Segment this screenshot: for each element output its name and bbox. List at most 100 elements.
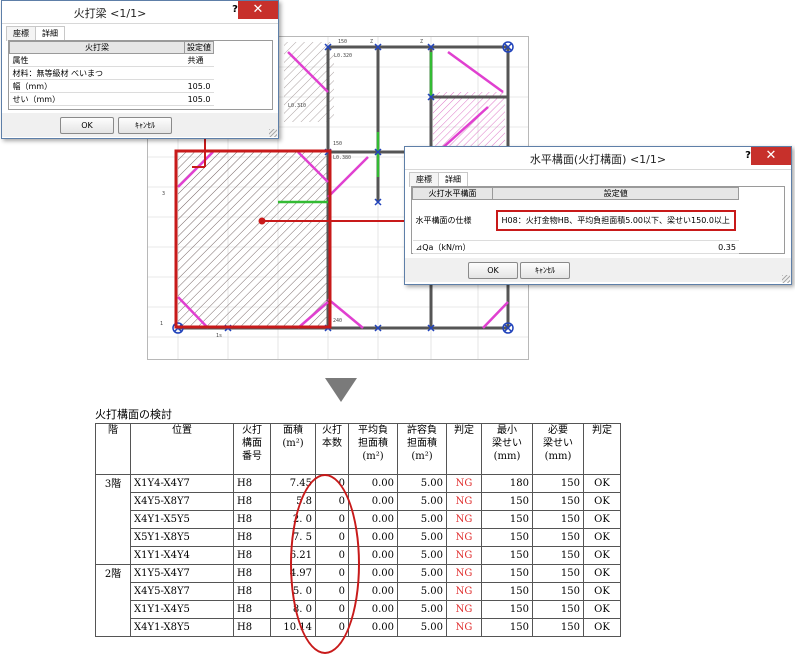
property-label: 幅（mm） xyxy=(9,79,185,93)
property-label: せい（mm） xyxy=(9,92,185,106)
spec-value-box[interactable]: H08：火打金物HB、平均負担面積5.00以下、梁せい150.0以上 xyxy=(495,209,736,231)
cell-pos: X1Y1-X4Y4 xyxy=(130,546,234,565)
column-header: 判定 xyxy=(446,423,482,475)
property-row[interactable]: 属性 共通 xyxy=(9,53,214,67)
cell-judge1: NG xyxy=(446,546,482,565)
property-value[interactable] xyxy=(184,66,214,80)
cell-need: 150 xyxy=(532,546,584,565)
cell-need: 150 xyxy=(532,582,584,601)
property-row[interactable]: ⊿Qa（kN/m） 0.35 xyxy=(412,240,739,254)
cell-avg: 0.00 xyxy=(348,492,398,511)
cell-need: 150 xyxy=(532,492,584,511)
cell-allow: 5.00 xyxy=(397,510,447,529)
hiuchi-check-table: 階 位置 火打 構面 番号 面積 (m²) 火打 本数 平均負 担面積 (m²)… xyxy=(95,423,621,637)
close-button[interactable]: ✕ xyxy=(751,147,791,165)
cell-need: 150 xyxy=(532,564,584,583)
plane-dialog[interactable]: 水平構面(火打構面) <1/1> ? ✕ 座標 詳細 火打水平構面 設定値 水平構… xyxy=(404,146,792,285)
column-header: 火打梁 xyxy=(9,41,185,54)
cell-judge2: OK xyxy=(583,492,621,511)
cell-allow: 5.00 xyxy=(397,546,447,565)
cell-judge1: NG xyxy=(446,582,482,601)
property-value[interactable]: 共通 xyxy=(184,53,214,67)
table-row: X1Y1-X4Y5 H8 8. 0 0 0.00 5.00 NG 150 150 OK xyxy=(96,600,621,619)
cell-no: H8 xyxy=(233,510,271,529)
cell-pos: X1Y5-X4Y7 xyxy=(130,564,234,583)
table-row: X4Y1-X5Y5 H8 2. 0 0 0.00 5.00 NG 150 150 OK xyxy=(96,510,621,529)
property-label: ⊿Qa（kN/m） xyxy=(412,240,493,254)
column-header: 位置 xyxy=(130,423,234,475)
cell-no: H8 xyxy=(233,600,271,619)
cancel-button[interactable]: ｷｬﾝｾﾙ xyxy=(118,117,172,134)
beam-dialog[interactable]: 火打梁 <1/1> ? ✕ 座標 詳細 火打梁 設定値 属性 共通 材料：無等級材 … xyxy=(1,0,279,139)
property-row[interactable]: 材料：無等級材 べいまつ xyxy=(9,66,214,80)
plane-dialog-title: 水平構面(火打構面) <1/1> xyxy=(529,153,667,166)
plane-dialog-titlebar[interactable]: 水平構面(火打構面) <1/1> ? ✕ xyxy=(405,147,791,170)
cell-need: 150 xyxy=(532,510,584,529)
cell-need: 150 xyxy=(532,474,584,493)
cell-min: 150 xyxy=(481,564,533,583)
tab-details[interactable]: 詳細 xyxy=(35,26,65,41)
plane-dialog-tabs: 座標 詳細 xyxy=(409,172,468,187)
cancel-button[interactable]: ｷｬﾝｾﾙ xyxy=(520,262,570,279)
beam-dialog-title: 火打梁 <1/1> xyxy=(73,7,147,20)
resize-grip[interactable] xyxy=(782,275,790,283)
property-row[interactable]: せい（mm） 105.0 xyxy=(9,92,214,106)
cell-no: H8 xyxy=(233,618,271,637)
property-value[interactable]: H08：火打金物HB、平均負担面積5.00以下、梁せい150.0以上 xyxy=(492,199,739,241)
cell-allow: 5.00 xyxy=(397,564,447,583)
tab-coordinates[interactable]: 座標 xyxy=(409,172,439,187)
cell-judge2: OK xyxy=(583,582,621,601)
table-title: 火打構面の検討 xyxy=(95,408,172,421)
property-value[interactable]: 0.35 xyxy=(492,240,739,254)
column-header: 最小 梁せい (mm) xyxy=(481,423,533,475)
property-row[interactable]: 水平構面の仕様 H08：火打金物HB、平均負担面積5.00以下、梁せい150.0… xyxy=(412,199,739,241)
ok-button[interactable]: OK xyxy=(468,262,518,279)
cell-no: H8 xyxy=(233,564,271,583)
cell-allow: 5.00 xyxy=(397,528,447,547)
ok-button[interactable]: OK xyxy=(60,117,114,134)
connector-dot xyxy=(258,217,266,225)
floor-cell: 2階 xyxy=(95,564,131,637)
beam-properties-panel: 火打梁 設定値 属性 共通 材料：無等級材 べいまつ 幅（mm） 105.0 せい（… xyxy=(8,40,273,110)
table-row: 3階 X1Y4-X4Y7 H8 7.45 0 0.00 5.00 NG 180 150 OK xyxy=(95,474,621,565)
column-header: 必要 梁せい (mm) xyxy=(532,423,584,475)
cell-judge2: OK xyxy=(583,546,621,565)
cell-pos: X5Y1-X8Y5 xyxy=(130,528,234,547)
column-header: 設定値 xyxy=(491,187,740,200)
cell-allow: 5.00 xyxy=(397,474,447,493)
tab-coordinates[interactable]: 座標 xyxy=(6,26,36,41)
cell-need: 150 xyxy=(532,600,584,619)
plane-dialog-buttonbar: OK ｷｬﾝｾﾙ xyxy=(405,258,791,282)
cell-pos: X1Y4-X4Y7 xyxy=(130,474,234,493)
cell-pos: X4Y5-X8Y7 xyxy=(130,582,234,601)
cell-judge2: OK xyxy=(583,564,621,583)
resize-grip[interactable] xyxy=(269,129,277,137)
cell-no: H8 xyxy=(233,474,271,493)
floor-cell: 3階 xyxy=(95,474,131,565)
cell-no: H8 xyxy=(233,546,271,565)
property-label: 属性 xyxy=(9,53,185,67)
plane-properties-table: 火打水平構面 設定値 水平構面の仕様 H08：火打金物HB、平均負担面積5.00… xyxy=(412,187,740,254)
column-header: 許容負 担面積 (m²) xyxy=(397,423,447,475)
cell-min: 150 xyxy=(481,492,533,511)
close-button[interactable]: ✕ xyxy=(238,1,278,19)
cell-min: 150 xyxy=(481,546,533,565)
beam-dialog-titlebar[interactable]: 火打梁 <1/1> ? ✕ xyxy=(2,1,278,24)
cell-min: 180 xyxy=(481,474,533,493)
cell-judge1: NG xyxy=(446,492,482,511)
cell-min: 150 xyxy=(481,618,533,637)
selected-plane-outline xyxy=(174,149,332,329)
property-value[interactable]: 105.0 xyxy=(184,79,214,93)
cell-judge2: OK xyxy=(583,618,621,637)
cell-judge1: NG xyxy=(446,618,482,637)
beam-dialog-tabs: 座標 詳細 xyxy=(6,26,65,41)
cell-min: 150 xyxy=(481,510,533,529)
property-value[interactable]: 105.0 xyxy=(184,92,214,106)
tab-details[interactable]: 詳細 xyxy=(438,172,468,187)
column-header: 火打水平構面 xyxy=(412,187,493,200)
down-arrow-icon xyxy=(325,378,357,402)
cell-no: H8 xyxy=(233,528,271,547)
property-row[interactable]: 幅（mm） 105.0 xyxy=(9,79,214,93)
cell-allow: 5.00 xyxy=(397,492,447,511)
column-header: 火打 本数 xyxy=(315,423,349,475)
